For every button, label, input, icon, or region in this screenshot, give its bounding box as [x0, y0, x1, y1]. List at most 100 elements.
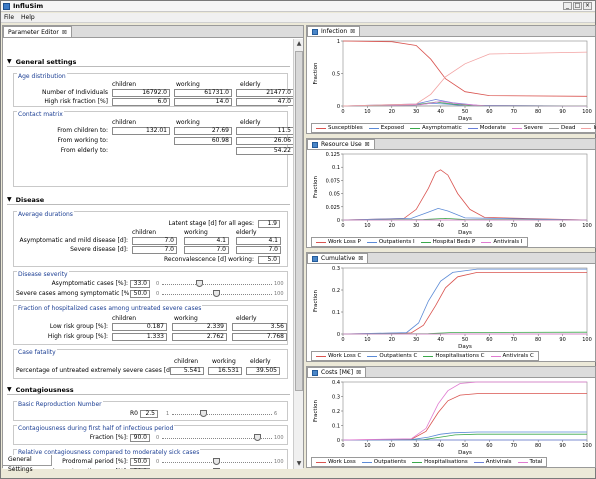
value-field[interactable]: 3.56: [232, 323, 287, 331]
column-header-children: children: [112, 119, 137, 126]
value-field[interactable]: 54.22: [236, 147, 294, 155]
chart-tab-label: Resource Use: [321, 141, 362, 148]
close-tab-icon[interactable]: ⊠: [62, 29, 67, 36]
slider-knob[interactable]: [213, 290, 220, 297]
tab-label: Parameter Editor: [8, 28, 59, 36]
close-tab-icon[interactable]: ⊠: [356, 369, 361, 376]
x-tick-label: 90: [559, 337, 565, 343]
tab-parameter-editor[interactable]: Parameter Editor ⊠: [3, 26, 72, 37]
value-field[interactable]: 50.0: [130, 468, 150, 469]
close-tab-icon[interactable]: ⊠: [365, 141, 370, 148]
value-field[interactable]: 33.0: [130, 280, 150, 288]
value-field[interactable]: 7.0: [132, 246, 177, 254]
close-icon[interactable]: ×: [583, 2, 592, 10]
value-field[interactable]: 4.1: [184, 237, 229, 245]
legend-label: Antivirals C: [502, 353, 534, 359]
slider-min-label: 1: [166, 411, 170, 417]
value-field[interactable]: 60.98: [174, 137, 232, 145]
x-tick-label: 60: [486, 337, 492, 343]
value-field[interactable]: 7.768: [232, 333, 287, 341]
menu-bar: File Help: [1, 13, 595, 23]
value-field[interactable]: 27.69: [174, 127, 232, 135]
close-tab-icon[interactable]: ⊠: [358, 255, 363, 262]
chart-plot: 0 10 20 30 40 50 60 70 80 90 100 0 0.1 0.2 0.3 Days Frac…: [313, 266, 592, 350]
legend-label: Severe: [523, 125, 543, 131]
severity-slider[interactable]: [162, 280, 272, 288]
value-field[interactable]: 47.0: [236, 98, 294, 106]
chart-tab[interactable]: Costs [M€] ⊠: [307, 367, 367, 377]
value-field[interactable]: 6.0: [112, 98, 170, 106]
value-field[interactable]: 7.0: [132, 237, 177, 245]
age-distribution-group-title: Age distribution: [17, 73, 67, 80]
contagiousness-header[interactable]: ▼ Contagiousness: [7, 385, 290, 395]
value-field[interactable]: 39.505: [246, 367, 280, 375]
value-field[interactable]: 50.0: [130, 458, 150, 466]
chart-tab[interactable]: Infection ⊠: [307, 26, 361, 36]
slider-knob[interactable]: [253, 434, 261, 441]
chart-tab-label: Cumulative: [321, 255, 356, 262]
scroll-up-icon[interactable]: ▲: [294, 39, 304, 49]
value-field[interactable]: 16.531: [208, 367, 242, 375]
maximize-icon[interactable]: □: [573, 2, 582, 10]
legend-swatch: [412, 461, 423, 463]
collapse-triangle-icon[interactable]: ▼: [7, 58, 12, 65]
fraction-slider[interactable]: [162, 434, 272, 442]
window-title: InfluSim: [13, 2, 44, 10]
value-field[interactable]: 132.01: [112, 127, 170, 135]
chart-tab[interactable]: Cumulative ⊠: [307, 253, 369, 263]
value-field[interactable]: 1.333: [112, 333, 167, 341]
value-field[interactable]: 5.541: [170, 367, 204, 375]
close-tab-icon[interactable]: ⊠: [350, 28, 355, 35]
severity-slider[interactable]: [162, 290, 272, 298]
value-field[interactable]: 21477.0: [236, 89, 294, 97]
tab-general-settings[interactable]: General Settings: [2, 455, 52, 473]
chart-tab-label: Infection: [321, 28, 348, 35]
x-tick-label: 30: [413, 443, 419, 449]
value-field[interactable]: 2.762: [172, 333, 227, 341]
latent-stage-field[interactable]: 1.9: [258, 220, 280, 228]
basic-reproduction-number-group-title: Basic Reproduction Number: [17, 401, 103, 408]
y-axis-label: Fraction: [313, 176, 319, 198]
r0-slider[interactable]: [172, 410, 272, 418]
slider-knob[interactable]: [213, 458, 220, 465]
general-settings-header[interactable]: ▼ General settings: [7, 57, 290, 67]
slider-knob[interactable]: [195, 280, 203, 287]
value-field[interactable]: 61731.0: [174, 89, 232, 97]
row-label: High risk group [%]:: [47, 333, 108, 340]
slider-knob[interactable]: [199, 410, 207, 417]
chart-tabstrip: Cumulative ⊠: [307, 253, 595, 264]
slider-knob[interactable]: [213, 468, 220, 469]
collapse-triangle-icon[interactable]: ▼: [7, 386, 12, 393]
r0-field[interactable]: 2.5: [140, 410, 158, 418]
value-field[interactable]: 16792.0: [112, 89, 170, 97]
fraction-field[interactable]: 90.0: [130, 434, 150, 442]
menu-file[interactable]: File: [4, 14, 14, 21]
relative-slider[interactable]: [162, 468, 272, 469]
menu-help[interactable]: Help: [21, 14, 35, 21]
x-tick-label: 60: [486, 223, 492, 229]
value-field[interactable]: 7.0: [236, 246, 281, 254]
value-field[interactable]: 4.1: [236, 237, 281, 245]
reconvalescence-field[interactable]: 5.0: [258, 256, 280, 264]
chart-legend: Work Loss Outpatients Hospitalisations Anti…: [311, 457, 548, 467]
value-field[interactable]: 14.0: [174, 98, 232, 106]
vertical-scrollbar[interactable]: ▲ ▼: [293, 39, 303, 469]
x-tick-label: 90: [559, 223, 565, 229]
collapse-triangle-icon[interactable]: ▼: [7, 196, 12, 203]
chart-tab[interactable]: Resource Use ⊠: [307, 139, 375, 149]
row-label: Asymptomatic cases [%]:: [51, 280, 128, 287]
value-field[interactable]: 11.5: [236, 127, 294, 135]
value-field[interactable]: 2.339: [172, 323, 227, 331]
value-field[interactable]: 0.187: [112, 323, 167, 331]
value-field[interactable]: 7.0: [184, 246, 229, 254]
chart-tabstrip: Costs [M€] ⊠: [307, 367, 595, 378]
scrollbar-thumb[interactable]: [295, 51, 303, 391]
minimize-icon[interactable]: _: [563, 2, 572, 10]
scroll-down-icon[interactable]: ▼: [294, 459, 304, 469]
y-tick-label: 0.2: [332, 409, 340, 415]
value-field[interactable]: 26.06: [236, 137, 294, 145]
disease-header[interactable]: ▼ Disease: [7, 195, 290, 205]
relative-slider[interactable]: [162, 458, 272, 466]
value-field[interactable]: 50.0: [130, 290, 150, 298]
legend-item: Moderate: [467, 125, 506, 131]
